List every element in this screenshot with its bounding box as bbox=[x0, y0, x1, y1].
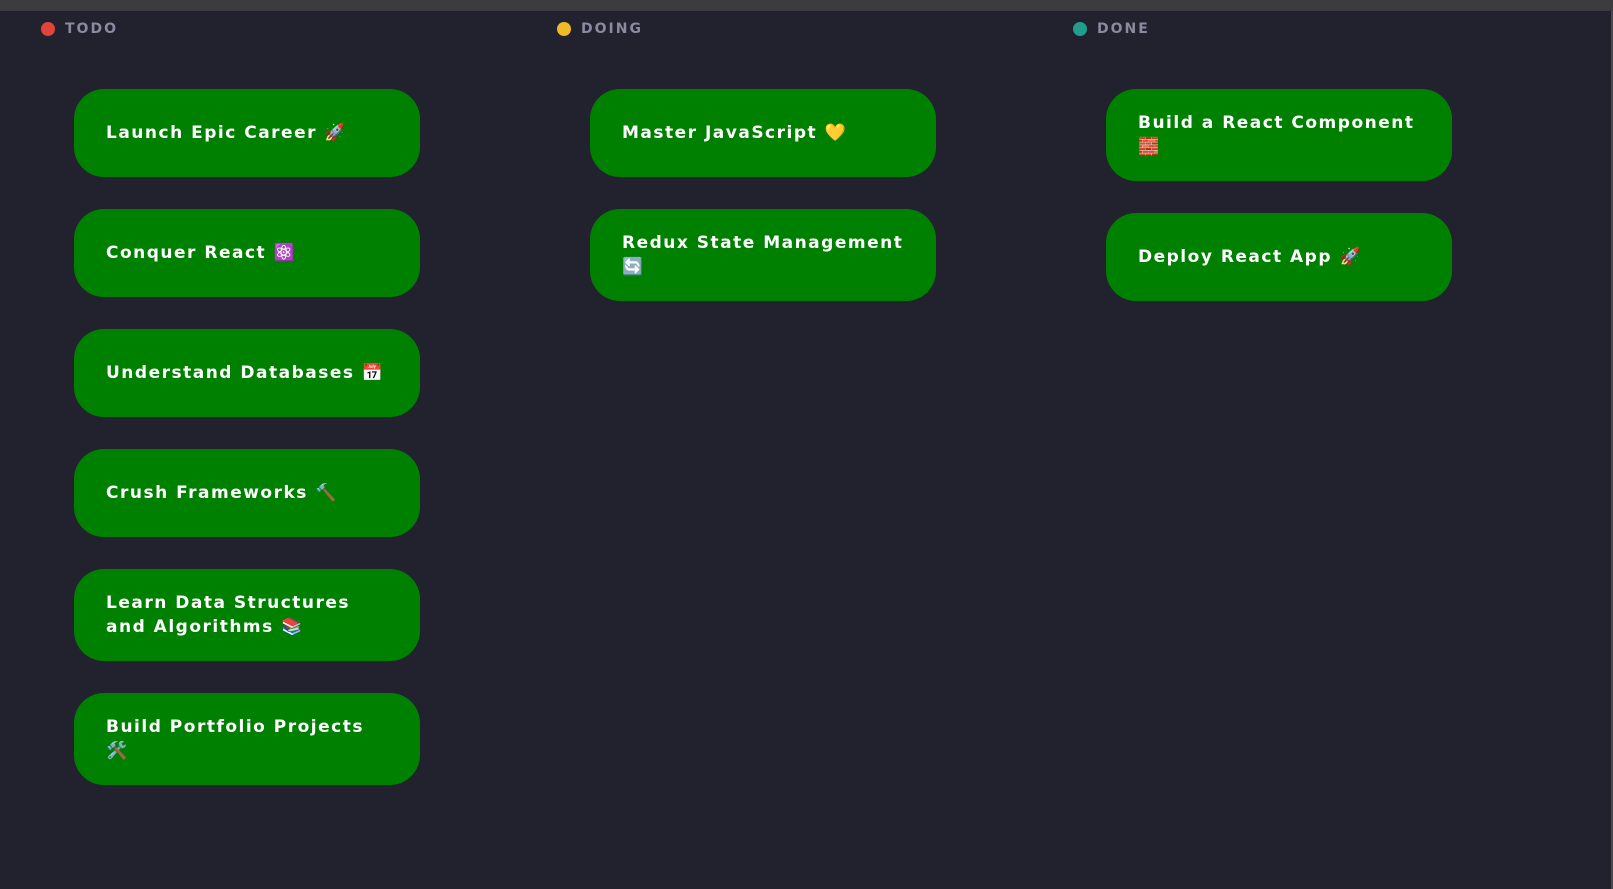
task-card-label: Deploy React App 🚀 bbox=[1138, 247, 1363, 267]
task-card-label: Conquer React ⚛️ bbox=[106, 243, 297, 263]
task-card[interactable]: Crush Frameworks 🔨 bbox=[74, 449, 420, 537]
column-title: DONE bbox=[1097, 21, 1150, 37]
column-done: DONE Build a React Component 🧱 Deploy Re… bbox=[1032, 11, 1532, 889]
task-card-label: Redux State Management 🔄 bbox=[622, 233, 904, 277]
task-card-label: Build Portfolio Projects 🛠️ bbox=[106, 717, 364, 761]
task-card[interactable]: Build a React Component 🧱 bbox=[1106, 89, 1452, 181]
status-dot-icon bbox=[41, 22, 55, 36]
task-card-label: Understand Databases 📅 bbox=[106, 363, 385, 383]
window-top-bar bbox=[0, 0, 1613, 11]
task-card[interactable]: Understand Databases 📅 bbox=[74, 329, 420, 417]
card-list-todo: Launch Epic Career 🚀 Conquer React ⚛️ Un… bbox=[74, 89, 420, 785]
task-card[interactable]: Deploy React App 🚀 bbox=[1106, 213, 1452, 301]
card-list-done: Build a React Component 🧱 Deploy React A… bbox=[1106, 89, 1452, 301]
column-header-done: DONE bbox=[1073, 20, 1150, 38]
status-dot-icon bbox=[1073, 22, 1087, 36]
task-card[interactable]: Learn Data Structures and Algorithms 📚 bbox=[74, 569, 420, 661]
task-card[interactable]: Conquer React ⚛️ bbox=[74, 209, 420, 297]
column-title: TODO bbox=[65, 21, 118, 37]
kanban-board: TODO Launch Epic Career 🚀 Conquer React … bbox=[0, 11, 1611, 889]
column-doing: DOING Master JavaScript 💛 Redux State Ma… bbox=[516, 11, 1016, 889]
task-card[interactable]: Redux State Management 🔄 bbox=[590, 209, 936, 301]
column-title: DOING bbox=[581, 21, 643, 37]
task-card-label: Learn Data Structures and Algorithms 📚 bbox=[106, 593, 351, 637]
task-card-label: Master JavaScript 💛 bbox=[622, 123, 848, 143]
task-card-label: Build a React Component 🧱 bbox=[1138, 113, 1415, 157]
column-todo: TODO Launch Epic Career 🚀 Conquer React … bbox=[0, 11, 500, 889]
task-card-label: Launch Epic Career 🚀 bbox=[106, 123, 348, 143]
card-list-doing: Master JavaScript 💛 Redux State Manageme… bbox=[590, 89, 936, 301]
task-card[interactable]: Master JavaScript 💛 bbox=[590, 89, 936, 177]
task-card[interactable]: Launch Epic Career 🚀 bbox=[74, 89, 420, 177]
column-header-todo: TODO bbox=[41, 20, 118, 38]
status-dot-icon bbox=[557, 22, 571, 36]
task-card[interactable]: Build Portfolio Projects 🛠️ bbox=[74, 693, 420, 785]
column-header-doing: DOING bbox=[557, 20, 643, 38]
task-card-label: Crush Frameworks 🔨 bbox=[106, 483, 339, 503]
